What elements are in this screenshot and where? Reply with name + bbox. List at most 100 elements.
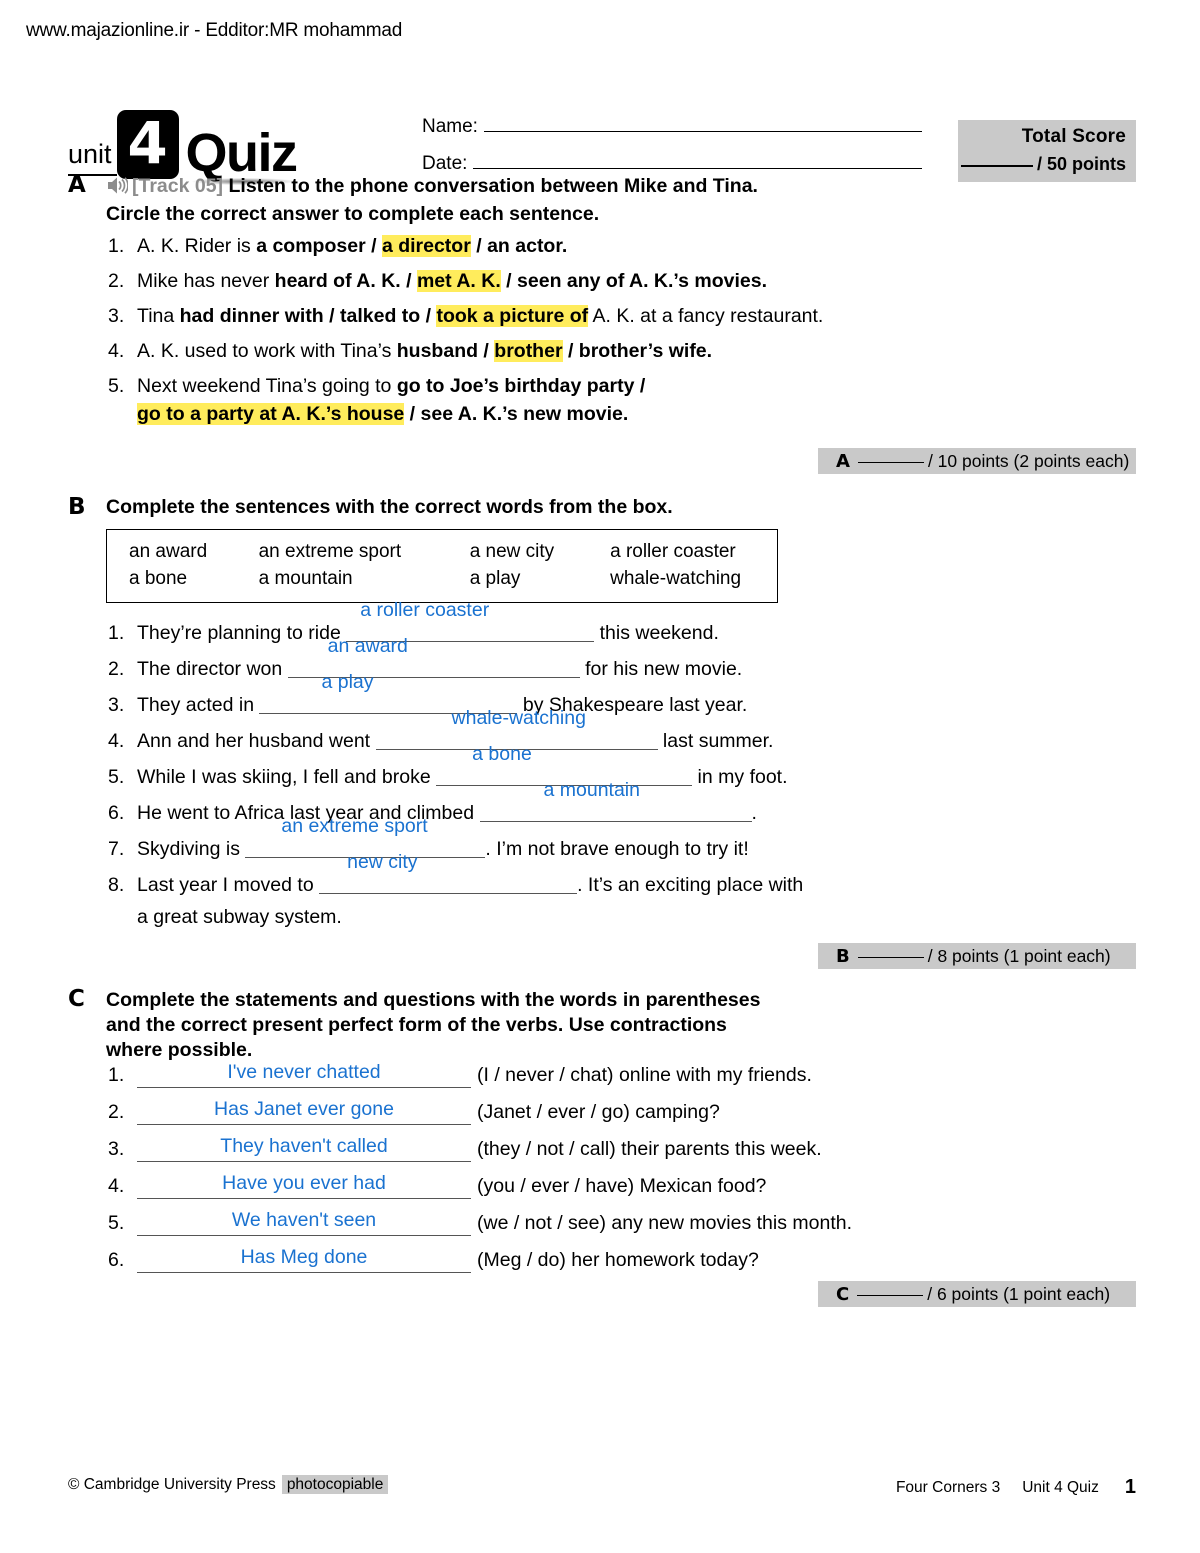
word-option[interactable]: whale-watching: [610, 565, 777, 592]
item-prompt: (Meg / do) her homework today?: [477, 1249, 759, 1271]
unit-label: unit: [68, 141, 117, 176]
item-pre: While I was skiing, I fell and broke: [137, 766, 437, 788]
section-b-items: 1. They’re planning to ride a roller coa…: [108, 600, 988, 930]
quiz-logo: unit 4 Quiz: [68, 110, 298, 186]
total-score-blank[interactable]: [960, 165, 1033, 167]
item-number: 1.: [108, 622, 125, 644]
section-a-letter: A: [68, 172, 86, 198]
list-item: 7. Skydiving is an extreme sport. I’m no…: [108, 816, 988, 862]
option-2-selected[interactable]: a director: [381, 235, 471, 257]
answer-blank[interactable]: a play: [259, 672, 518, 718]
section-c-letter: C: [68, 986, 85, 1012]
answer-blank[interactable]: a roller coaster: [346, 600, 595, 646]
name-input-line[interactable]: [483, 118, 922, 132]
sep: /: [478, 340, 495, 362]
score-blank[interactable]: [857, 462, 924, 463]
list-item: 6. He went to Africa last year and climb…: [108, 780, 988, 826]
date-row: Date:: [422, 153, 922, 175]
item-post: . It’s an exciting place with: [577, 874, 804, 896]
item-text: He went to Africa last year and climbed …: [137, 780, 988, 826]
item-pre: Last year I moved to: [137, 874, 320, 896]
option-3[interactable]: see A. K.’s new movie.: [421, 403, 629, 425]
answer-blank[interactable]: an extreme sport: [245, 816, 486, 862]
answer-blank[interactable]: Have you ever had: [137, 1172, 471, 1199]
answer-blank[interactable]: We haven't seen: [137, 1209, 471, 1236]
answer-text: We haven't seen: [231, 1209, 377, 1231]
item-text: Ann and her husband went whale-watching …: [137, 708, 988, 754]
option-1[interactable]: husband: [397, 340, 478, 362]
list-item: 5. Next weekend Tina’s going to go to Jo…: [108, 373, 988, 399]
option-1[interactable]: had dinner with: [180, 305, 324, 327]
item-text: They acted in a play by Shakespeare last…: [137, 672, 988, 718]
photocopiable-badge: photocopiable: [281, 1475, 389, 1494]
list-item-continuation: go to a party at A. K.’s house / see A. …: [108, 401, 988, 427]
list-item: 1. They’re planning to ride a roller coa…: [108, 600, 988, 646]
item-pre: A. K. used to work with Tina’s: [137, 340, 397, 362]
list-item: 4. Have you ever had (you / ever / have)…: [108, 1172, 988, 1199]
answer-blank[interactable]: Has Janet ever gone: [137, 1098, 471, 1125]
score-section-letter: A: [836, 451, 850, 472]
section-c-instruction-line1: Complete the statements and questions wi…: [106, 989, 761, 1011]
option-3[interactable]: an actor.: [487, 235, 567, 257]
item-pre: He went to Africa last year and climbed: [137, 802, 480, 824]
option-2[interactable]: talked to: [340, 305, 420, 327]
quiz-title: Quiz: [185, 122, 298, 186]
word-option[interactable]: an extreme sport: [259, 538, 470, 565]
item-text: While I was skiing, I fell and broke a b…: [137, 744, 988, 790]
item-pre: Mike has never: [137, 270, 275, 292]
section-c-score-bar: C / 6 points (1 point each): [818, 1281, 1136, 1307]
list-item: 3. Tina had dinner with / talked to / to…: [108, 303, 988, 329]
option-2-selected[interactable]: met A. K.: [416, 270, 501, 292]
word-box: an award an extreme sport a new city a r…: [106, 529, 778, 603]
word-option[interactable]: a play: [470, 565, 610, 592]
item-prompt: (Janet / ever / go) camping?: [477, 1101, 720, 1123]
date-input-line[interactable]: [473, 155, 922, 169]
word-option[interactable]: an award: [129, 538, 259, 565]
answer-blank[interactable]: an award: [287, 636, 580, 682]
item-text: A. K. Rider is a composer / a director /…: [137, 233, 988, 259]
page-header: unit 4 Quiz Name: Date: Total Score / 50…: [0, 52, 1200, 186]
word-option[interactable]: a new city: [470, 538, 610, 565]
date-label: Date:: [422, 153, 468, 174]
total-score-value-row: / 50 points: [958, 154, 1126, 175]
word-option[interactable]: a roller coaster: [610, 538, 777, 565]
score-blank[interactable]: [857, 1295, 924, 1296]
section-c-items: 1. I've never chatted (I / never / chat)…: [108, 1061, 988, 1284]
option-3-selected[interactable]: took a picture of: [436, 305, 589, 327]
item-number: 7.: [108, 838, 125, 860]
option-1[interactable]: a composer: [256, 235, 365, 257]
item-post: in my foot.: [692, 766, 788, 788]
section-c-instruction-line3: where possible.: [106, 1039, 253, 1061]
item-post: A. K. at a fancy restaurant.: [588, 305, 824, 327]
option-3[interactable]: brother’s wife.: [579, 340, 712, 362]
answer-blank[interactable]: new city: [319, 852, 578, 898]
book-title: Four Corners 3: [895, 1479, 1001, 1496]
item-pre: The director won: [137, 658, 288, 680]
item-number: 1.: [108, 235, 125, 257]
answer-blank[interactable]: They haven't called: [137, 1135, 471, 1162]
answer-text: I've never chatted: [227, 1061, 381, 1083]
item-number: 2.: [108, 270, 125, 292]
list-item: 1. A. K. Rider is a composer / a directo…: [108, 233, 988, 259]
item-text: A. K. used to work with Tina’s husband /…: [137, 338, 988, 364]
word-option[interactable]: a bone: [129, 565, 259, 592]
option-1[interactable]: heard of A. K.: [275, 270, 401, 292]
option-2-selected[interactable]: go to a party at A. K.’s house: [137, 403, 405, 425]
option-3[interactable]: seen any of A. K.’s movies.: [517, 270, 767, 292]
answer-blank[interactable]: whale-watching: [375, 708, 658, 754]
answer-blank[interactable]: a bone: [436, 744, 693, 790]
word-option[interactable]: a mountain: [259, 565, 470, 592]
answer-blank[interactable]: Has Meg done: [137, 1246, 471, 1273]
answer-blank[interactable]: a mountain: [479, 780, 752, 826]
copyright-text: © Cambridge University Press: [68, 1476, 276, 1493]
name-label: Name:: [422, 116, 478, 137]
answer-text: Has Meg done: [240, 1246, 368, 1268]
option-1[interactable]: go to Joe’s birthday party /: [397, 375, 645, 397]
section-b-instructions: Complete the sentences with the correct …: [106, 496, 673, 518]
option-2-selected[interactable]: brother: [494, 340, 563, 362]
section-c-instructions: Complete the statements and questions wi…: [106, 988, 926, 1063]
item-number: 4.: [108, 1175, 125, 1197]
score-blank[interactable]: [857, 957, 924, 958]
answer-blank[interactable]: I've never chatted: [137, 1061, 471, 1088]
item-pre: Ann and her husband went: [137, 730, 376, 752]
